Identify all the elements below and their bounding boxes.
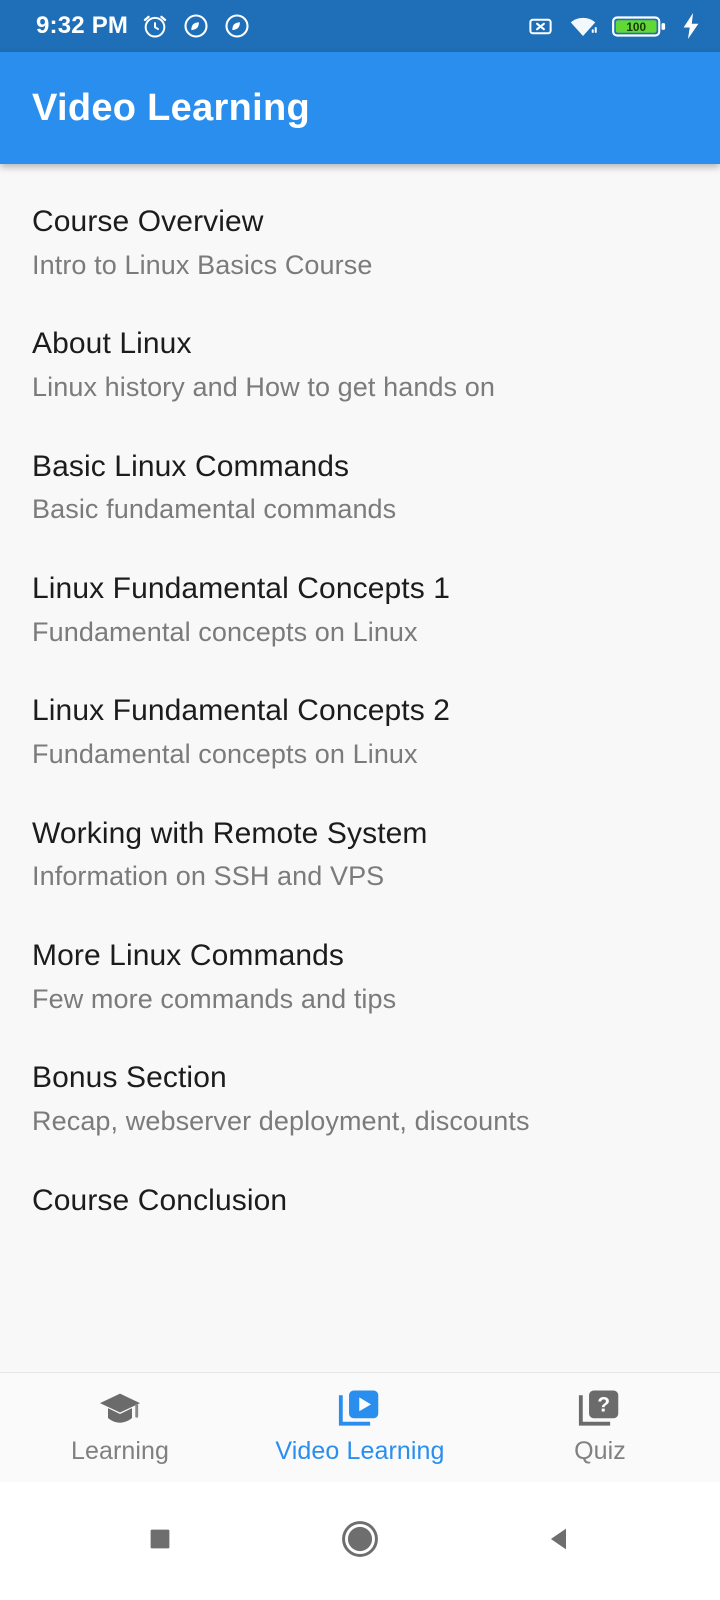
triangle-left-icon bbox=[544, 1523, 576, 1560]
nav-item-learning[interactable]: Learning bbox=[0, 1373, 240, 1482]
list-item[interactable]: Linux Fundamental Concepts 1 Fundamental… bbox=[0, 549, 720, 672]
list-item-title: Working with Remote System bbox=[32, 816, 428, 850]
list-item[interactable]: Basic Linux Commands Basic fundamental c… bbox=[0, 426, 720, 550]
quiz-library-icon: ? bbox=[578, 1389, 622, 1431]
circle-icon bbox=[339, 1518, 381, 1565]
wifi-icon bbox=[570, 17, 597, 36]
android-system-navigation bbox=[0, 1482, 720, 1600]
list-item-subtitle: Fundamental concepts on Linux bbox=[32, 738, 418, 769]
list-item-title: Linux Fundamental Concepts 1 bbox=[32, 572, 451, 606]
nav-item-label: Video Learning bbox=[275, 1437, 445, 1465]
list-item-title: About Linux bbox=[32, 327, 192, 361]
list-item-subtitle: Information on SSH and VPS bbox=[32, 861, 385, 892]
charging-bolt-icon bbox=[683, 13, 699, 39]
battery-icon: 100 bbox=[612, 15, 666, 37]
list-item-title: Basic Linux Commands bbox=[32, 449, 350, 483]
nav-item-label: Learning bbox=[70, 1437, 170, 1465]
list-item-subtitle: Linux history and How to get hands on bbox=[32, 371, 495, 402]
page-title: Video Learning bbox=[32, 86, 310, 129]
list-item-title: Course Overview bbox=[32, 205, 264, 238]
list-item-subtitle: Few more commands and tips bbox=[32, 983, 397, 1014]
list-item[interactable]: More Linux Commands Few more commands an… bbox=[0, 916, 720, 1039]
status-bar-clock: 9:32 PM bbox=[36, 12, 129, 39]
list-item[interactable]: Course Conclusion bbox=[0, 1160, 720, 1242]
list-item[interactable]: Linux Fundamental Concepts 2 Fundamental… bbox=[0, 671, 720, 794]
list-item[interactable]: Course Overview Intro to Linux Basics Co… bbox=[0, 182, 720, 305]
list-item-subtitle: Basic fundamental commands bbox=[32, 494, 397, 525]
status-bar: 9:32 PM 100 bbox=[0, 0, 720, 52]
alarm-icon bbox=[143, 15, 167, 38]
app-bar: Video Learning bbox=[0, 52, 720, 164]
status-bar-left: 9:32 PM bbox=[36, 12, 251, 40]
battery-level-text: 100 bbox=[626, 20, 646, 34]
nav-item-video-learning[interactable]: Video Learning bbox=[240, 1373, 480, 1482]
status-bar-right: 100 bbox=[527, 12, 702, 40]
sim-card-missing-icon bbox=[529, 18, 552, 34]
list-item-title: Bonus Section bbox=[32, 1061, 227, 1095]
nav-item-label: Quiz bbox=[574, 1437, 626, 1465]
nav-item-quiz[interactable]: ? Quiz bbox=[480, 1373, 720, 1482]
list-item-subtitle: Fundamental concepts on Linux bbox=[32, 616, 418, 647]
video-lesson-list[interactable]: Course Overview Intro to Linux Basics Co… bbox=[0, 164, 720, 1372]
video-library-icon bbox=[338, 1389, 382, 1431]
graduation-cap-icon bbox=[97, 1389, 143, 1431]
list-item-subtitle: Recap, webserver deployment, discounts bbox=[32, 1106, 530, 1136]
list-item-subtitle: Intro to Linux Basics Course bbox=[32, 249, 373, 280]
svg-text:?: ? bbox=[597, 1394, 610, 1417]
list-item-title: Course Conclusion bbox=[32, 1183, 288, 1217]
list-item[interactable]: Bonus Section Recap, webserver deploymen… bbox=[0, 1038, 720, 1161]
square-icon bbox=[145, 1524, 175, 1559]
app-root: 9:32 PM 100 Video Learning Course Overvi… bbox=[0, 0, 720, 1600]
list-item-title: More Linux Commands bbox=[32, 939, 345, 973]
list-item[interactable]: About Linux Linux history and How to get… bbox=[0, 304, 720, 427]
list-item-title: Linux Fundamental Concepts 2 bbox=[32, 694, 451, 728]
home-button[interactable] bbox=[260, 1482, 460, 1600]
recents-button[interactable] bbox=[60, 1482, 260, 1600]
bottom-navigation: Learning Video Learning ? Quiz bbox=[0, 1372, 720, 1482]
back-button[interactable] bbox=[460, 1482, 660, 1600]
do-not-disturb-icon bbox=[225, 14, 249, 38]
list-item[interactable]: Working with Remote System Information o… bbox=[0, 793, 720, 917]
do-not-disturb-icon bbox=[184, 14, 208, 38]
